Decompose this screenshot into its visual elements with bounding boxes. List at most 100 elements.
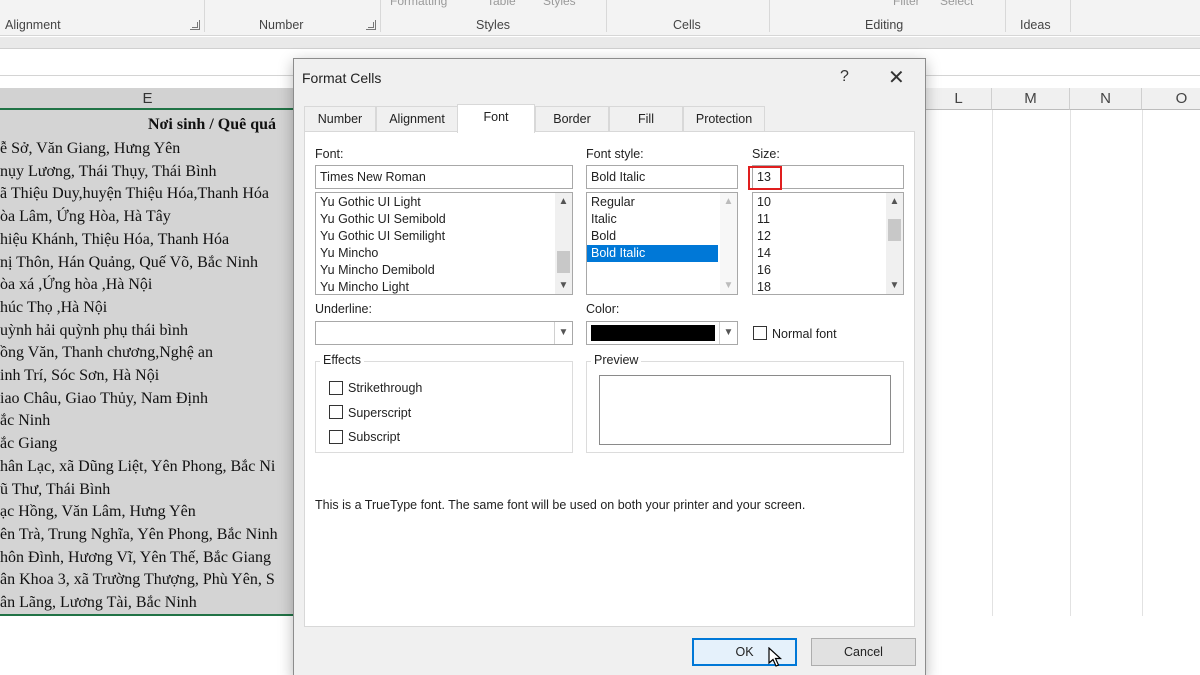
ribbon-separator bbox=[1005, 0, 1006, 32]
sheet-cell[interactable]: ũ Thư, Thái Bình bbox=[0, 481, 110, 499]
font-list-item[interactable]: Yu Gothic UI Semibold bbox=[316, 211, 446, 228]
color-select[interactable]: ▼ bbox=[586, 321, 738, 345]
grid-line bbox=[1070, 110, 1071, 616]
sheet-cell[interactable]: ã Thiệu Duy,huyện Thiệu Hóa,Thanh Hóa bbox=[0, 185, 269, 203]
dialog-title: Format Cells bbox=[302, 70, 382, 86]
format-cells-dialog: Format Cells ? ✕ Number Alignment Font B… bbox=[293, 58, 926, 675]
sheet-cell[interactable]: ên Trà, Trung Nghĩa, Yên Phong, Bắc Ninh bbox=[0, 526, 278, 544]
ribbon-separator bbox=[204, 0, 205, 32]
help-icon[interactable]: ? bbox=[840, 68, 849, 86]
tab-protection[interactable]: Protection bbox=[683, 106, 765, 132]
font-list-item[interactable]: Yu Gothic UI Semilight bbox=[316, 228, 445, 245]
underline-select[interactable]: ▼ bbox=[315, 321, 573, 345]
ribbon-separator bbox=[1070, 0, 1071, 32]
size-list-item[interactable]: 11 bbox=[753, 211, 770, 228]
close-icon[interactable]: ✕ bbox=[888, 65, 905, 90]
style-list-item[interactable]: Italic bbox=[587, 211, 721, 228]
sheet-cell[interactable]: nị Thôn, Hán Quảng, Quế Võ, Bắc Ninh bbox=[0, 254, 258, 272]
sheet-cell[interactable]: ạc Hồng, Văn Lâm, Hưng Yên bbox=[0, 503, 196, 521]
normal-font-label: Normal font bbox=[772, 327, 837, 341]
normal-font-checkbox[interactable] bbox=[753, 326, 767, 340]
superscript-checkbox[interactable] bbox=[329, 405, 343, 419]
underline-label: Underline: bbox=[315, 302, 372, 316]
font-list-item[interactable]: Yu Mincho bbox=[316, 245, 378, 262]
sheet-cell[interactable]: hân Lạc, xã Dũng Liệt, Yên Phong, Bắc Ni bbox=[0, 458, 275, 476]
tab-alignment[interactable]: Alignment bbox=[376, 106, 458, 132]
mouse-pointer-icon bbox=[768, 647, 783, 667]
font-list-item[interactable]: Yu Gothic UI Light bbox=[316, 194, 421, 211]
sheet-cell[interactable]: òa Lâm, Ứng Hòa, Hà Tây bbox=[0, 208, 171, 226]
sheet-cell[interactable]: uỳnh hải quỳnh phụ thái bình bbox=[0, 322, 188, 340]
tab-font[interactable]: Font bbox=[457, 104, 535, 133]
column-header-n[interactable]: N bbox=[1070, 88, 1142, 110]
font-style-list[interactable]: Regular Italic Bold Bold Italic ▲ ▼ bbox=[586, 192, 738, 295]
dialog-launcher-icon[interactable] bbox=[190, 20, 200, 30]
size-list[interactable]: 10 11 12 14 16 18 ▲ ▼ bbox=[752, 192, 904, 295]
scroll-down-icon[interactable]: ▼ bbox=[555, 277, 572, 294]
header-cell[interactable]: Nơi sinh / Quê quá bbox=[148, 116, 276, 134]
column-header-m[interactable]: M bbox=[992, 88, 1070, 110]
sheet-cell[interactable]: húc Thọ ,Hà Nội bbox=[0, 299, 107, 317]
size-list-item[interactable]: 10 bbox=[753, 194, 771, 211]
scroll-up-icon[interactable]: ▲ bbox=[886, 193, 903, 210]
scroll-thumb[interactable] bbox=[888, 219, 901, 241]
scroll-thumb[interactable] bbox=[557, 251, 570, 273]
scroll-down-icon[interactable]: ▼ bbox=[720, 277, 737, 294]
scroll-up-icon[interactable]: ▲ bbox=[555, 193, 572, 210]
sheet-cell[interactable]: ồng Văn, Thanh chương,Nghệ an bbox=[0, 344, 213, 362]
ribbon-group-alignment: Alignment bbox=[5, 18, 61, 32]
ribbon-separator bbox=[769, 0, 770, 32]
chevron-down-icon[interactable]: ▼ bbox=[719, 322, 737, 344]
size-list-scrollbar[interactable]: ▲ ▼ bbox=[886, 193, 903, 294]
tab-fill[interactable]: Fill bbox=[609, 106, 683, 132]
sheet-cell[interactable]: ắc Giang bbox=[0, 435, 57, 453]
scroll-up-icon[interactable]: ▲ bbox=[720, 193, 737, 210]
ribbon-group-cells: Cells bbox=[673, 18, 701, 32]
sheet-cell[interactable]: hiệu Khánh, Thiệu Hóa, Thanh Hóa bbox=[0, 231, 229, 249]
size-list-item[interactable]: 18 bbox=[753, 279, 771, 294]
sheet-cell[interactable]: ắc Ninh bbox=[0, 412, 50, 430]
tab-number[interactable]: Number bbox=[304, 106, 376, 132]
style-list-item[interactable]: Bold bbox=[587, 228, 721, 245]
tab-border[interactable]: Border bbox=[535, 106, 609, 132]
preview-label: Preview bbox=[591, 353, 642, 367]
style-list-item[interactable]: Regular bbox=[587, 194, 721, 211]
font-name-input[interactable]: Times New Roman bbox=[315, 165, 573, 189]
sheet-cell[interactable]: inh Trí, Sóc Sơn, Hà Nội bbox=[0, 367, 159, 385]
dialog-launcher-icon[interactable] bbox=[366, 20, 376, 30]
ribbon-cut-label[interactable]: Styles bbox=[543, 0, 576, 8]
sheet-cell[interactable]: iao Châu, Giao Thủy, Nam Định bbox=[0, 390, 208, 408]
scroll-down-icon[interactable]: ▼ bbox=[886, 277, 903, 294]
ribbon-cut-label[interactable]: Select bbox=[940, 0, 973, 8]
font-name-list[interactable]: Yu Gothic UI Light Yu Gothic UI Semibold… bbox=[315, 192, 573, 295]
column-header-o[interactable]: O bbox=[1142, 88, 1200, 110]
sheet-cell[interactable]: ễ Sở, Văn Giang, Hưng Yên bbox=[0, 140, 180, 158]
style-list-scrollbar[interactable]: ▲ ▼ bbox=[720, 193, 737, 294]
ribbon-group-editing: Editing bbox=[865, 18, 904, 32]
subscript-label: Subscript bbox=[348, 430, 401, 444]
subscript-checkbox[interactable] bbox=[329, 430, 343, 444]
ribbon-cut-label[interactable]: Table bbox=[487, 0, 516, 8]
size-list-item[interactable]: 12 bbox=[753, 228, 771, 245]
sheet-cell[interactable]: hôn Đình, Hương Vĩ, Yên Thế, Bắc Giang bbox=[0, 549, 271, 567]
ribbon-cut-label[interactable]: Filter bbox=[893, 0, 920, 8]
column-header-l[interactable]: L bbox=[926, 88, 992, 110]
effects-label: Effects bbox=[320, 353, 364, 367]
cancel-button[interactable]: Cancel bbox=[811, 638, 916, 666]
sheet-cell[interactable]: òa xá ,Ứng hòa ,Hà Nội bbox=[0, 276, 152, 294]
font-style-input[interactable]: Bold Italic bbox=[586, 165, 738, 189]
font-list-item[interactable]: Yu Mincho Light bbox=[316, 279, 409, 294]
size-list-item[interactable]: 14 bbox=[753, 245, 771, 262]
sheet-cell[interactable]: nụy Lương, Thái Thụy, Thái Bình bbox=[0, 163, 217, 181]
sheet-cell[interactable]: ân Lãng, Lương Tài, Bắc Ninh bbox=[0, 594, 197, 612]
strikethrough-checkbox[interactable] bbox=[329, 381, 343, 395]
sheet-cell[interactable]: ân Khoa 3, xã Trường Thượng, Phù Yên, S bbox=[0, 571, 275, 589]
ribbon-cut-label[interactable]: Formatting bbox=[390, 0, 447, 8]
font-list-item[interactable]: Yu Mincho Demibold bbox=[316, 262, 435, 279]
style-list-item-selected[interactable]: Bold Italic bbox=[587, 245, 718, 262]
size-list-item[interactable]: 16 bbox=[753, 262, 771, 279]
column-header-e[interactable]: E bbox=[0, 88, 296, 110]
preview-box bbox=[599, 375, 891, 445]
font-list-scrollbar[interactable]: ▲ ▼ bbox=[555, 193, 572, 294]
chevron-down-icon[interactable]: ▼ bbox=[554, 322, 572, 344]
